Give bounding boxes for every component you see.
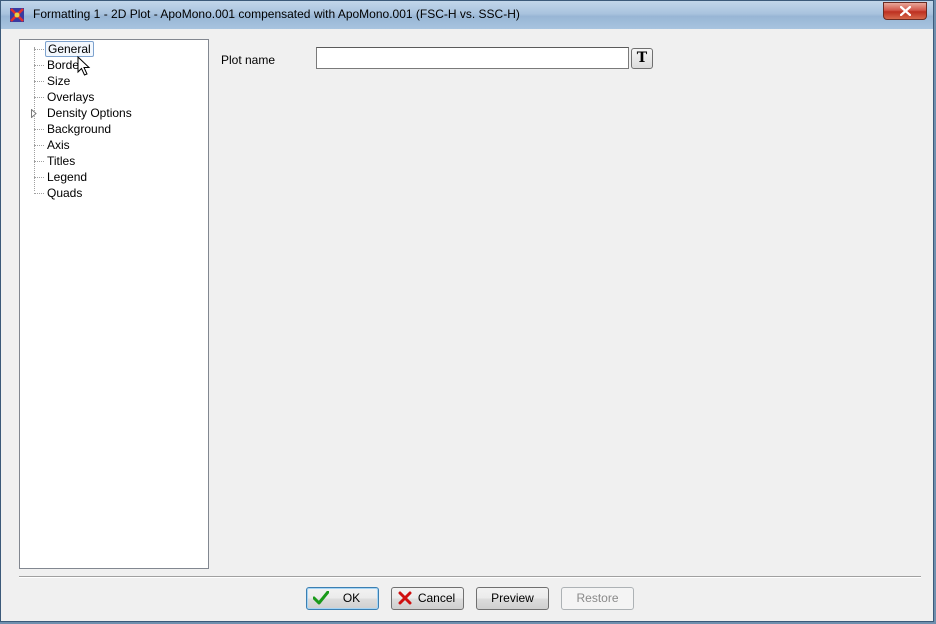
tree-item-label: Quads bbox=[47, 186, 83, 200]
tree-item-label: Legend bbox=[47, 170, 88, 184]
tree-item-label: Axis bbox=[47, 138, 70, 152]
app-icon bbox=[9, 7, 25, 23]
plot-name-input[interactable] bbox=[316, 47, 629, 69]
tree-item-titles[interactable]: Titles bbox=[20, 153, 208, 169]
tree-connector-dots bbox=[34, 193, 44, 194]
checkmark-icon bbox=[313, 591, 329, 605]
preview-button[interactable]: Preview bbox=[476, 587, 549, 610]
ok-button-label: OK bbox=[342, 591, 361, 605]
plot-name-label: Plot name bbox=[221, 53, 276, 67]
cancel-button-label: Cancel bbox=[417, 591, 456, 605]
tree-connector-dots bbox=[34, 145, 44, 146]
tree-connector-dots bbox=[34, 97, 44, 98]
tree-connector-dots bbox=[34, 161, 44, 162]
ok-button[interactable]: OK bbox=[306, 587, 379, 610]
tree-item-background[interactable]: Background bbox=[20, 121, 208, 137]
tree-item-label: Overlays bbox=[47, 90, 95, 104]
tree-item-legend[interactable]: Legend bbox=[20, 169, 208, 185]
footer-separator bbox=[19, 576, 921, 578]
tree-item-label: General bbox=[45, 41, 94, 57]
tree-item-border[interactable]: Border bbox=[20, 57, 208, 73]
x-mark-icon bbox=[398, 591, 412, 605]
tree-item-quads[interactable]: Quads bbox=[20, 185, 208, 201]
mouse-cursor-icon bbox=[77, 56, 91, 76]
tree-item-general[interactable]: General bbox=[20, 41, 208, 57]
tree-item-label: Background bbox=[47, 122, 112, 136]
tree-connector-dots bbox=[34, 49, 44, 50]
tree-item-density-options[interactable]: Density Options bbox=[20, 105, 208, 121]
text-format-button[interactable]: T bbox=[631, 48, 653, 69]
tree-item-overlays[interactable]: Overlays bbox=[20, 89, 208, 105]
preview-button-label: Preview bbox=[491, 591, 534, 605]
title-bar[interactable]: Formatting 1 - 2D Plot - ApoMono.001 com… bbox=[1, 1, 933, 29]
category-tree[interactable]: General Border Size Overlays Density Options… bbox=[19, 39, 209, 569]
tree-connector-dots bbox=[34, 81, 44, 82]
tree-item-label: Size bbox=[47, 74, 71, 88]
formatting-dialog: Formatting 1 - 2D Plot - ApoMono.001 com… bbox=[0, 0, 934, 622]
tree-connector-dots bbox=[34, 177, 44, 178]
tree-item-label: Density Options bbox=[47, 106, 132, 120]
tree-item-size[interactable]: Size bbox=[20, 73, 208, 89]
close-icon bbox=[900, 6, 911, 16]
expand-arrow-icon[interactable] bbox=[31, 109, 37, 118]
restore-button: Restore bbox=[561, 587, 634, 610]
window-title: Formatting 1 - 2D Plot - ApoMono.001 com… bbox=[33, 7, 520, 21]
tree-connector-dots bbox=[34, 65, 44, 66]
dialog-body: General Border Size Overlays Density Options… bbox=[9, 31, 927, 615]
tree-connector-dots bbox=[34, 129, 44, 130]
cancel-button[interactable]: Cancel bbox=[391, 587, 464, 610]
restore-button-label: Restore bbox=[576, 591, 619, 605]
tree-item-axis[interactable]: Axis bbox=[20, 137, 208, 153]
close-button[interactable] bbox=[883, 2, 927, 20]
tree-item-label: Titles bbox=[47, 154, 76, 168]
